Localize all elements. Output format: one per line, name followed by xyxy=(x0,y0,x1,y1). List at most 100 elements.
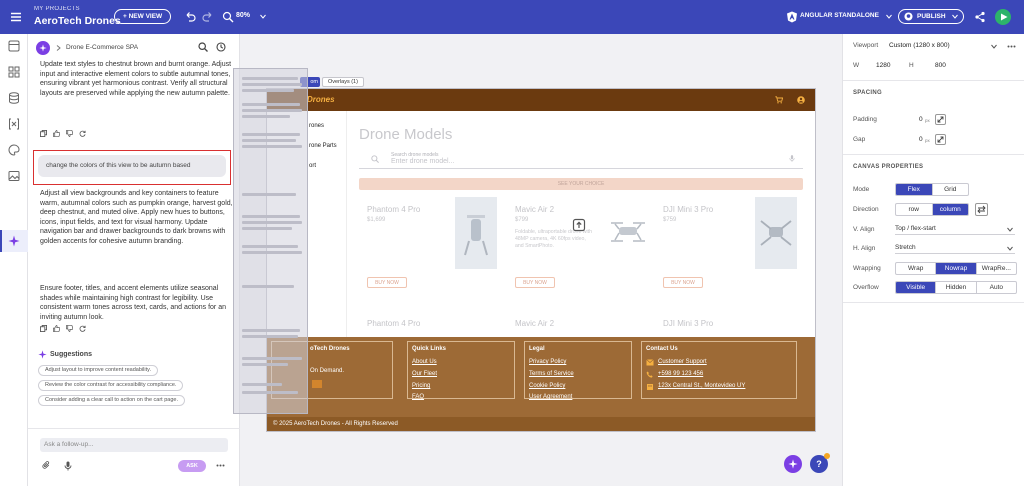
footer-link[interactable]: About Us xyxy=(412,359,437,365)
thumbs-down-icon[interactable] xyxy=(66,130,73,137)
thumbs-up-icon[interactable] xyxy=(53,325,60,332)
overlays-dropdown[interactable]: Overlays (1) xyxy=(322,77,364,87)
copyright-bar: © 2025 AeroTech Drones - All Rights Rese… xyxy=(267,417,815,431)
footer-contact-phone[interactable]: +598 99 123 456 xyxy=(658,371,703,377)
database-icon[interactable] xyxy=(8,92,20,104)
overflow-visible[interactable]: Visible xyxy=(896,282,937,293)
variables-icon[interactable] xyxy=(8,118,20,130)
buy-now-button[interactable]: BUY NOW xyxy=(367,277,407,288)
valign-select[interactable]: Top / flex-start xyxy=(895,223,1015,235)
menu-icon[interactable] xyxy=(10,11,22,23)
share-icon[interactable] xyxy=(974,11,986,23)
direction-column[interactable]: column xyxy=(932,204,968,215)
user-icon[interactable] xyxy=(797,96,805,104)
wrap-option[interactable]: Wrap xyxy=(896,263,937,274)
height-input[interactable]: 800 xyxy=(935,62,946,69)
ai-assistant-button[interactable] xyxy=(784,455,802,473)
width-input[interactable]: 1280 xyxy=(876,62,890,69)
drawer-item-drones[interactable]: rones xyxy=(309,123,324,129)
swap-direction-icon[interactable] xyxy=(975,203,988,216)
mode-grid[interactable]: Grid xyxy=(933,184,969,195)
expand-icon[interactable] xyxy=(935,114,946,125)
play-icon xyxy=(1001,13,1008,21)
cart-icon[interactable] xyxy=(775,96,783,104)
buy-now-button[interactable]: BUY NOW xyxy=(663,277,703,288)
refresh-icon[interactable] xyxy=(79,130,86,137)
nowrap-option[interactable]: Nowrap xyxy=(936,263,977,274)
footer-link[interactable]: Our Fleet xyxy=(412,371,437,377)
viewport-select[interactable]: Custom (1280 x 800) xyxy=(889,42,950,49)
new-view-button[interactable]: + NEW VIEW xyxy=(114,9,172,24)
mic-icon[interactable] xyxy=(64,461,72,471)
footer-contact-support[interactable]: Customer Support xyxy=(658,359,707,365)
product-card[interactable]: Mavic Air 2 $799 Foldable, ultraportable… xyxy=(507,197,649,301)
search-field[interactable]: Search drone models Enter drone model... xyxy=(359,150,803,169)
product-card[interactable]: DJI Mini 3 Pro $759 BUY NOW xyxy=(655,197,797,301)
mode-label: Mode xyxy=(853,186,870,193)
footer-link[interactable]: Pricing xyxy=(412,383,430,389)
chevron-down-icon[interactable] xyxy=(952,14,958,19)
more-icon[interactable] xyxy=(1007,45,1016,48)
framework-label[interactable]: ANGULAR STANDALONE xyxy=(800,12,879,19)
palette-icon[interactable] xyxy=(8,144,20,156)
attach-icon[interactable] xyxy=(42,461,51,470)
footer-link[interactable]: Cookie Policy xyxy=(529,383,565,389)
redo-icon[interactable] xyxy=(202,11,214,23)
direction-row[interactable]: row xyxy=(896,204,933,215)
mic-icon[interactable] xyxy=(789,154,795,163)
product-card[interactable]: Phantom 4 Pro $1,699 BUY NOW xyxy=(359,197,499,301)
more-icon[interactable] xyxy=(216,464,225,467)
footer-contact-address[interactable]: 123x Central St., Montevideo UY xyxy=(658,383,745,389)
zoom-icon[interactable] xyxy=(222,11,234,23)
thumbs-down-icon[interactable] xyxy=(66,325,73,332)
history-icon[interactable] xyxy=(216,42,226,52)
top-bar: MY PROJECTS AeroTech Drones + NEW VIEW 8… xyxy=(0,0,1024,34)
undo-icon[interactable] xyxy=(184,11,196,23)
search-icon[interactable] xyxy=(198,42,208,52)
wrapping-label: Wrapping xyxy=(853,265,881,272)
images-icon[interactable] xyxy=(8,170,20,182)
wrap-reverse-option[interactable]: WrapRe... xyxy=(977,263,1016,274)
choice-banner[interactable]: SEE YOUR CHOICE xyxy=(359,178,803,190)
footer-link[interactable]: Privacy Policy xyxy=(529,359,566,365)
mode-flex[interactable]: Flex xyxy=(896,184,933,195)
footer-link[interactable]: FAQ xyxy=(412,394,424,400)
expand-icon[interactable] xyxy=(935,134,946,145)
drawer-item-parts[interactable]: rone Parts xyxy=(309,143,337,149)
views-icon[interactable] xyxy=(8,40,20,52)
drawer-item-support[interactable]: ort xyxy=(309,163,316,169)
suggestion-chip[interactable]: Review the color contrast for accessibil… xyxy=(38,380,184,391)
chevron-down-icon[interactable] xyxy=(991,44,997,49)
chevron-down-icon[interactable] xyxy=(1007,227,1013,232)
halign-select[interactable]: Stretch xyxy=(895,242,1015,254)
overflow-hidden[interactable]: Hidden xyxy=(936,282,977,293)
upload-icon[interactable] xyxy=(572,218,586,232)
zoom-level[interactable]: 80% xyxy=(236,12,250,19)
search-icon xyxy=(371,155,379,163)
app-preview-frame[interactable]: Drones rones rone Parts ort Drone Models… xyxy=(267,89,815,431)
my-projects-label[interactable]: MY PROJECTS xyxy=(34,6,80,12)
ask-button[interactable]: ASK xyxy=(178,460,206,472)
gap-input[interactable]: 0 xyxy=(919,136,923,143)
components-icon[interactable] xyxy=(8,66,20,78)
thumbs-up-icon[interactable] xyxy=(53,130,60,137)
suggestion-chip[interactable]: Consider adding a clear call to action o… xyxy=(38,395,185,406)
chevron-down-icon[interactable] xyxy=(1007,246,1013,251)
overlay-text-line xyxy=(242,227,292,230)
chevron-down-icon[interactable] xyxy=(260,14,266,19)
footer-link[interactable]: User Agreement xyxy=(529,394,572,400)
copy-icon[interactable] xyxy=(40,130,47,137)
buy-now-button[interactable]: BUY NOW xyxy=(515,277,555,288)
padding-input[interactable]: 0 xyxy=(919,116,923,123)
run-button[interactable] xyxy=(995,9,1011,25)
refresh-icon[interactable] xyxy=(79,325,86,332)
chevron-down-icon[interactable] xyxy=(886,14,892,19)
copy-icon[interactable] xyxy=(40,325,47,332)
suggestion-chip[interactable]: Adjust layout to improve content readabi… xyxy=(38,365,158,376)
overflow-auto[interactable]: Auto xyxy=(977,282,1016,293)
gap-unit: px xyxy=(925,138,930,143)
sparkle-icon[interactable] xyxy=(8,235,20,247)
footer-link[interactable]: Terms of Service xyxy=(529,371,574,377)
chat-breadcrumb[interactable]: Drone E-Commerce SPA xyxy=(66,44,138,51)
follow-up-input[interactable]: Ask a follow-up... xyxy=(40,438,228,452)
